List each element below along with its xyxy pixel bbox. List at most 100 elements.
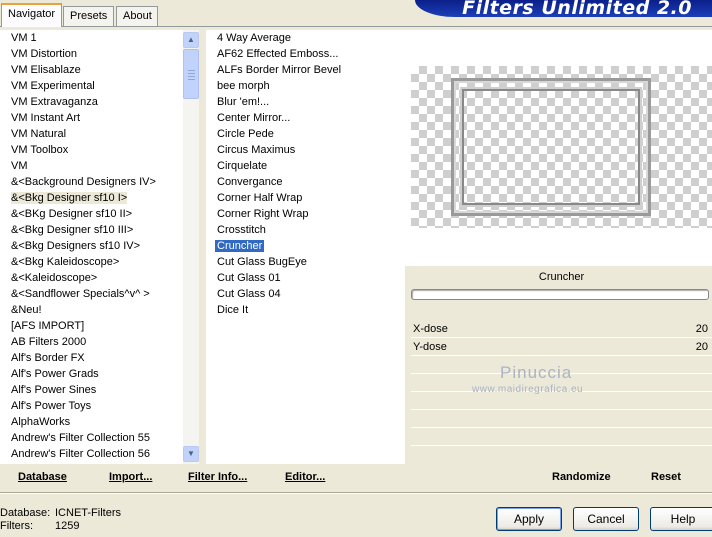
category-item[interactable]: VM Extravaganza [0,94,183,110]
category-item[interactable]: &<Sandflower Specials^v^ > [0,286,183,302]
parameter-list: X-dose 20 Y-dose 20 [411,320,712,356]
filter-item[interactable]: Cirquelate [206,158,405,174]
filter-list[interactable]: 4 Way Average AF62 Effected Emboss... ALFs… [206,30,405,464]
category-item[interactable]: &<BKg Designer sf10 II> [0,206,183,222]
filter-item[interactable]: Corner Right Wrap [206,206,405,222]
category-item-label: AB Filters 2000 [11,336,87,348]
editor-link[interactable]: Editor... [285,471,325,483]
category-item[interactable]: AlphaWorks [0,414,183,430]
scroll-up-arrow-icon[interactable]: ▲ [183,32,199,48]
filter-item-label: Circle Pede [217,128,274,140]
scroll-down-arrow-icon[interactable]: ▼ [183,446,199,462]
reset-button[interactable]: Reset [651,471,681,483]
filter-item-label: Cut Glass 01 [217,272,281,284]
param-value[interactable]: 20 [696,338,708,356]
watermark-name: Pinuccia [500,363,573,382]
category-item[interactable]: AB Filters 2000 [0,334,183,350]
banner-title: Filters Unlimited 2.0 [462,0,692,19]
category-item[interactable]: VM Elisablaze [0,62,183,78]
category-item[interactable]: Alf's Border FX [0,350,183,366]
category-item-label: VM Elisablaze [11,64,81,76]
tab-about[interactable]: About [116,6,158,26]
category-item[interactable]: &<Bkg Designers sf10 IV> [0,238,183,254]
filter-item[interactable]: Circle Pede [206,126,405,142]
category-item[interactable]: VM Experimental [0,78,183,94]
category-item[interactable]: VM 1 [0,30,183,46]
filter-item[interactable]: Cut Glass 04 [206,286,405,302]
filter-item[interactable]: Cut Glass 01 [206,270,405,286]
filters-count-label: Filters: [0,520,33,532]
category-item-label: &<Bkg Designer sf10 III> [11,224,134,236]
category-item[interactable]: VM Instant Art [0,110,183,126]
filter-item[interactable]: Crosstitch [206,222,405,238]
category-item-label: VM 1 [11,32,37,44]
category-item[interactable]: &<Bkg Designer sf10 III> [0,222,183,238]
filter-item[interactable]: Circus Maximus [206,142,405,158]
category-item[interactable]: &Neu! [0,302,183,318]
category-item-label: VM Distortion [11,48,78,60]
randomize-button[interactable]: Randomize [552,471,611,483]
apply-button[interactable]: Apply [496,507,562,531]
filter-item[interactable]: Corner Half Wrap [206,190,405,206]
filter-item-label: Cut Glass BugEye [217,256,307,268]
category-item-label: AlphaWorks [11,416,71,428]
category-item[interactable]: Alf's Power Grads [0,366,183,382]
import-link[interactable]: Import... [109,471,152,483]
filter-item-label: Corner Right Wrap [217,208,309,220]
category-item-label: [AFS IMPORT] [11,320,85,332]
category-item[interactable]: Andrew's Filter Collection 56 [0,446,183,462]
database-link[interactable]: Database [18,471,67,483]
category-list[interactable]: VM 1 VM Distortion VM Elisablaze VM Experim… [0,30,183,464]
filter-item-label: bee morph [217,80,270,92]
filter-item-label: Crosstitch [217,224,266,236]
filter-item[interactable]: Center Mirror... [206,110,405,126]
cancel-button[interactable]: Cancel [573,507,639,531]
category-item-label: &Neu! [11,304,42,316]
filter-item-label: Blur 'em!... [217,96,270,108]
category-item[interactable]: &<Bkg Designer sf10 I> [0,190,183,206]
category-item[interactable]: Alf's Power Sines [0,382,183,398]
filter-item[interactable]: Cruncher [206,238,405,254]
param-name: X-dose [413,323,448,335]
category-item[interactable]: VM Distortion [0,46,183,62]
category-item-label: VM Toolbox [11,144,69,156]
category-item[interactable]: Andrew's Filter Collection 55 [0,430,183,446]
separator [0,492,712,494]
category-scrollbar[interactable]: ▲ ▼ [183,30,199,464]
filter-item[interactable]: AF62 Effected Emboss... [206,46,405,62]
tab-navigator[interactable]: Navigator [1,3,62,27]
category-item[interactable]: &<Kaleidoscope> [0,270,183,286]
filter-info-link[interactable]: Filter Info... [188,471,247,483]
title-banner: Filters Unlimited 2.0 [415,0,712,19]
filter-item[interactable]: 4 Way Average [206,30,405,46]
help-button[interactable]: Help [650,507,712,531]
filter-item[interactable]: Dice It [206,302,405,318]
category-item-label: VM Experimental [11,80,95,92]
category-item[interactable]: [AFS IMPORT] [0,318,183,334]
filter-item[interactable]: Cut Glass BugEye [206,254,405,270]
tab-presets[interactable]: Presets [63,6,114,26]
category-item[interactable]: VM Toolbox [0,142,183,158]
filter-item-label: Cruncher [215,240,265,252]
filter-item-label: Corner Half Wrap [217,192,303,204]
action-link-bar: Database Import... Filter Info... Editor… [0,464,712,492]
category-item[interactable]: VM Natural [0,126,183,142]
filter-item-label: 4 Way Average [217,32,291,44]
category-item-label: Alf's Power Sines [11,384,97,396]
scroll-thumb[interactable] [183,49,199,99]
category-item[interactable]: &<Background Designers IV> [0,174,183,190]
filter-item[interactable]: ALFs Border Mirror Bevel [206,62,405,78]
filter-item-label: ALFs Border Mirror Bevel [217,64,342,76]
filter-item[interactable]: bee morph [206,78,405,94]
category-item[interactable]: VM [0,158,183,174]
filter-item[interactable]: Blur 'em!... [206,94,405,110]
filter-item[interactable]: Convergance [206,174,405,190]
param-value[interactable]: 20 [696,320,708,338]
category-item[interactable]: &<Bkg Kaleidoscope> [0,254,183,270]
param-row-x-dose[interactable]: X-dose 20 [411,320,712,338]
category-item-label: &<Bkg Designers sf10 IV> [11,240,141,252]
category-item[interactable]: Alf's Power Toys [0,398,183,414]
filter-item-label: Convergance [217,176,283,188]
progress-bar [411,289,709,300]
param-row-y-dose[interactable]: Y-dose 20 [411,338,712,356]
